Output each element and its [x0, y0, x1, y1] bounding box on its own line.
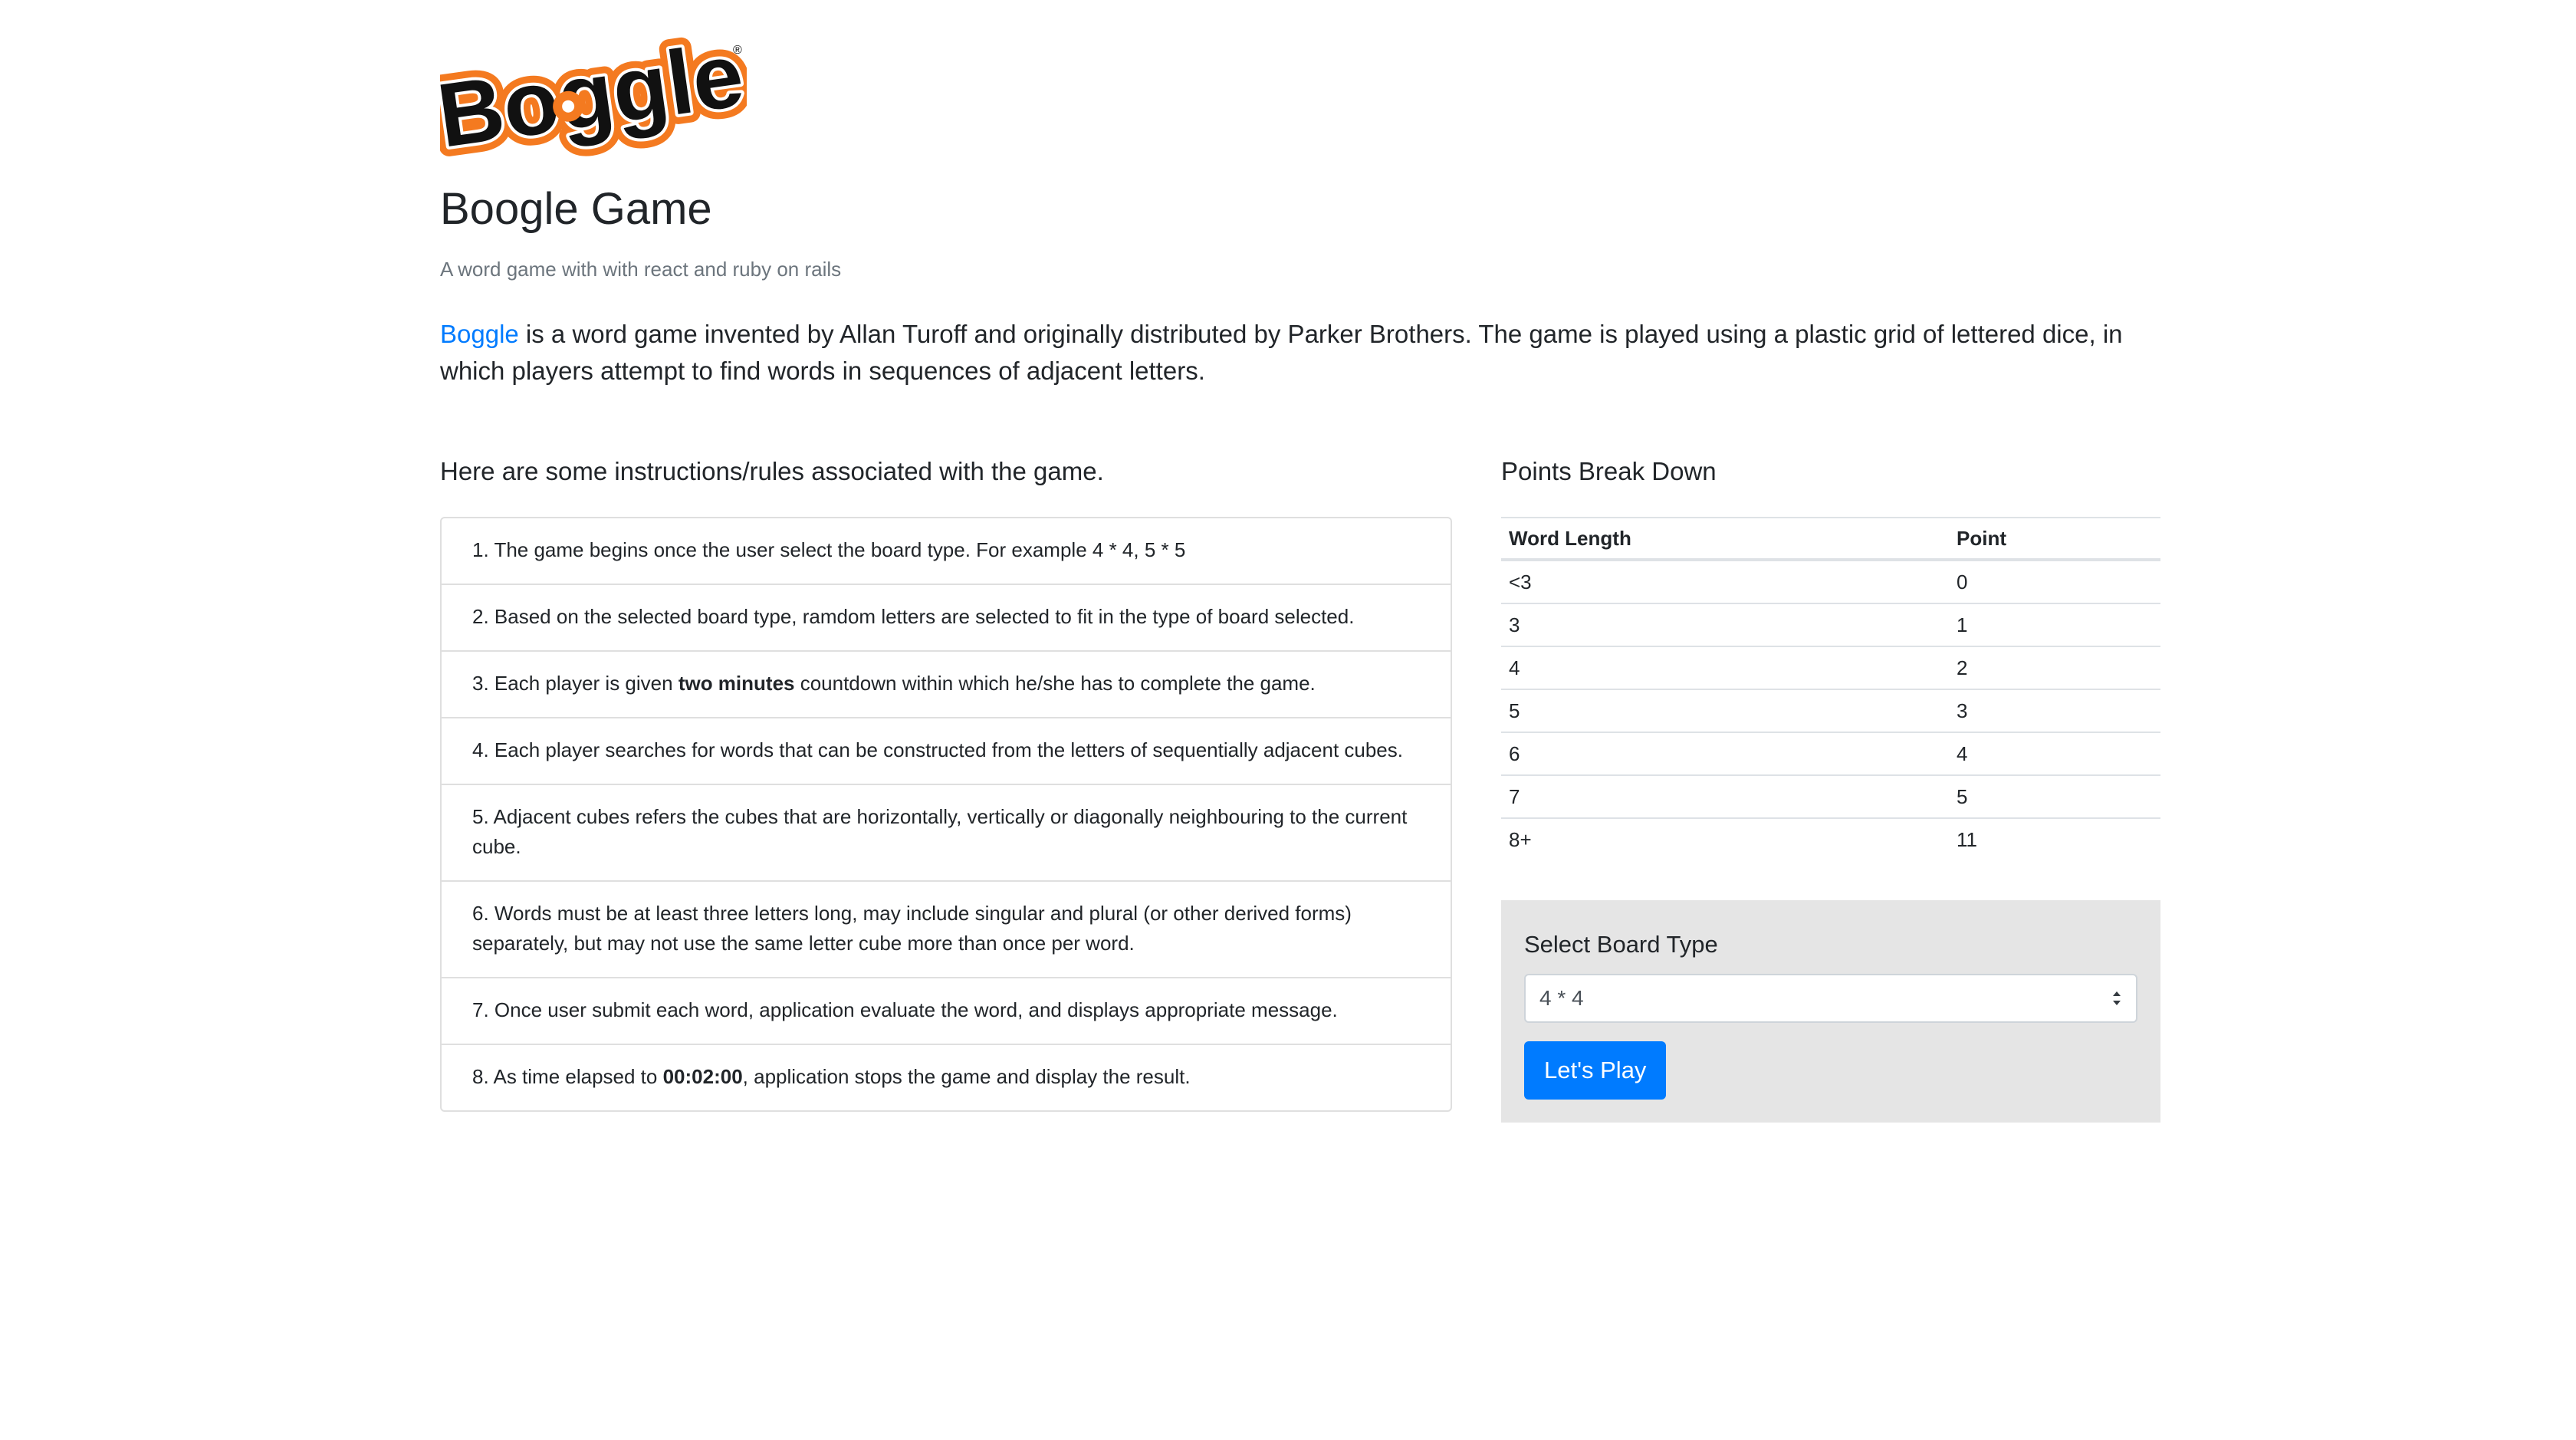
points-table: Word Length Point <3 0 31 42 53 64 75 8+ 1…	[1501, 517, 2160, 860]
rule-item: 5. Adjacent cubes refers the cubes that …	[442, 785, 1451, 882]
board-type-label: Select Board Type	[1524, 931, 1718, 958]
table-row: 31	[1501, 603, 2160, 646]
rule-item: 3. Each player is given two minutes coun…	[442, 652, 1451, 718]
column-header-word-length: Word Length	[1501, 517, 1949, 561]
page: Boggle Boggle ® Boogle Game A word game …	[0, 0, 2576, 1440]
boggle-logo: Boggle Boggle ®	[440, 28, 747, 158]
intro-text: is a word game invented by Allan Turoff …	[440, 320, 2123, 385]
rule-item: 4. Each player searches for words that c…	[442, 718, 1451, 785]
column-header-point: Point	[1949, 517, 2160, 561]
table-row: 75	[1501, 774, 2160, 818]
table-row: 64	[1501, 732, 2160, 775]
boggle-link[interactable]: Boggle	[440, 320, 519, 348]
table-row: 42	[1501, 646, 2160, 689]
cell-word-length: 4	[1501, 646, 1949, 689]
rules-list: 1. The game begins once the user select …	[440, 517, 1452, 1112]
board-select-panel: Select Board Type 4 * 4 Let's Play	[1501, 900, 2160, 1123]
cell-word-length: 6	[1501, 732, 1949, 775]
intro-paragraph: Boggle is a word game invented by Allan …	[440, 316, 2157, 390]
rule-item: 6. Words must be at least three letters …	[442, 882, 1451, 978]
cell-word-length: <3	[1509, 570, 1532, 593]
points-table-header: Word Length Point	[1501, 517, 2160, 561]
board-type-selected-value: 4 * 4	[1539, 986, 1584, 1010]
svg-text:®: ®	[733, 44, 742, 57]
cell-word-length: 8+	[1501, 817, 1949, 860]
rule-item: 2. Based on the selected board type, ram…	[442, 585, 1451, 652]
cell-word-length: 5	[1501, 689, 1949, 732]
cell-point: 5	[1949, 774, 2160, 818]
cell-point: 4	[1949, 732, 2160, 775]
cell-point: 3	[1949, 689, 2160, 732]
table-row: 8+ 11	[1501, 817, 2160, 860]
cell-point: 11	[1949, 817, 2160, 860]
page-title: Boogle Game	[440, 184, 712, 234]
page-subtitle: A word game with with react and ruby on …	[440, 258, 842, 281]
svg-text:Boggle: Boggle	[440, 28, 747, 158]
cell-point: 2	[1949, 646, 2160, 689]
cell-word-length: 7	[1501, 774, 1949, 818]
rule-item: 8. As time elapsed to 00:02:00, applicat…	[472, 1065, 1191, 1088]
select-arrows-icon	[2113, 991, 2121, 1005]
table-row: <3 0	[1501, 560, 2160, 603]
cell-word-length: 3	[1501, 603, 1949, 646]
points-heading: Points Break Down	[1501, 457, 1717, 485]
cell-point: 1	[1949, 603, 2160, 646]
rule-item: 7. Once user submit each word, applicati…	[442, 978, 1451, 1045]
rules-heading: Here are some instructions/rules associa…	[440, 457, 1104, 485]
board-type-select[interactable]: 4 * 4	[1524, 974, 2137, 1023]
lets-play-button[interactable]: Let's Play	[1524, 1041, 1667, 1100]
rule-item: 1. The game begins once the user select …	[442, 518, 1451, 585]
table-row: 53	[1501, 689, 2160, 732]
cell-point: 0	[1957, 570, 1968, 593]
